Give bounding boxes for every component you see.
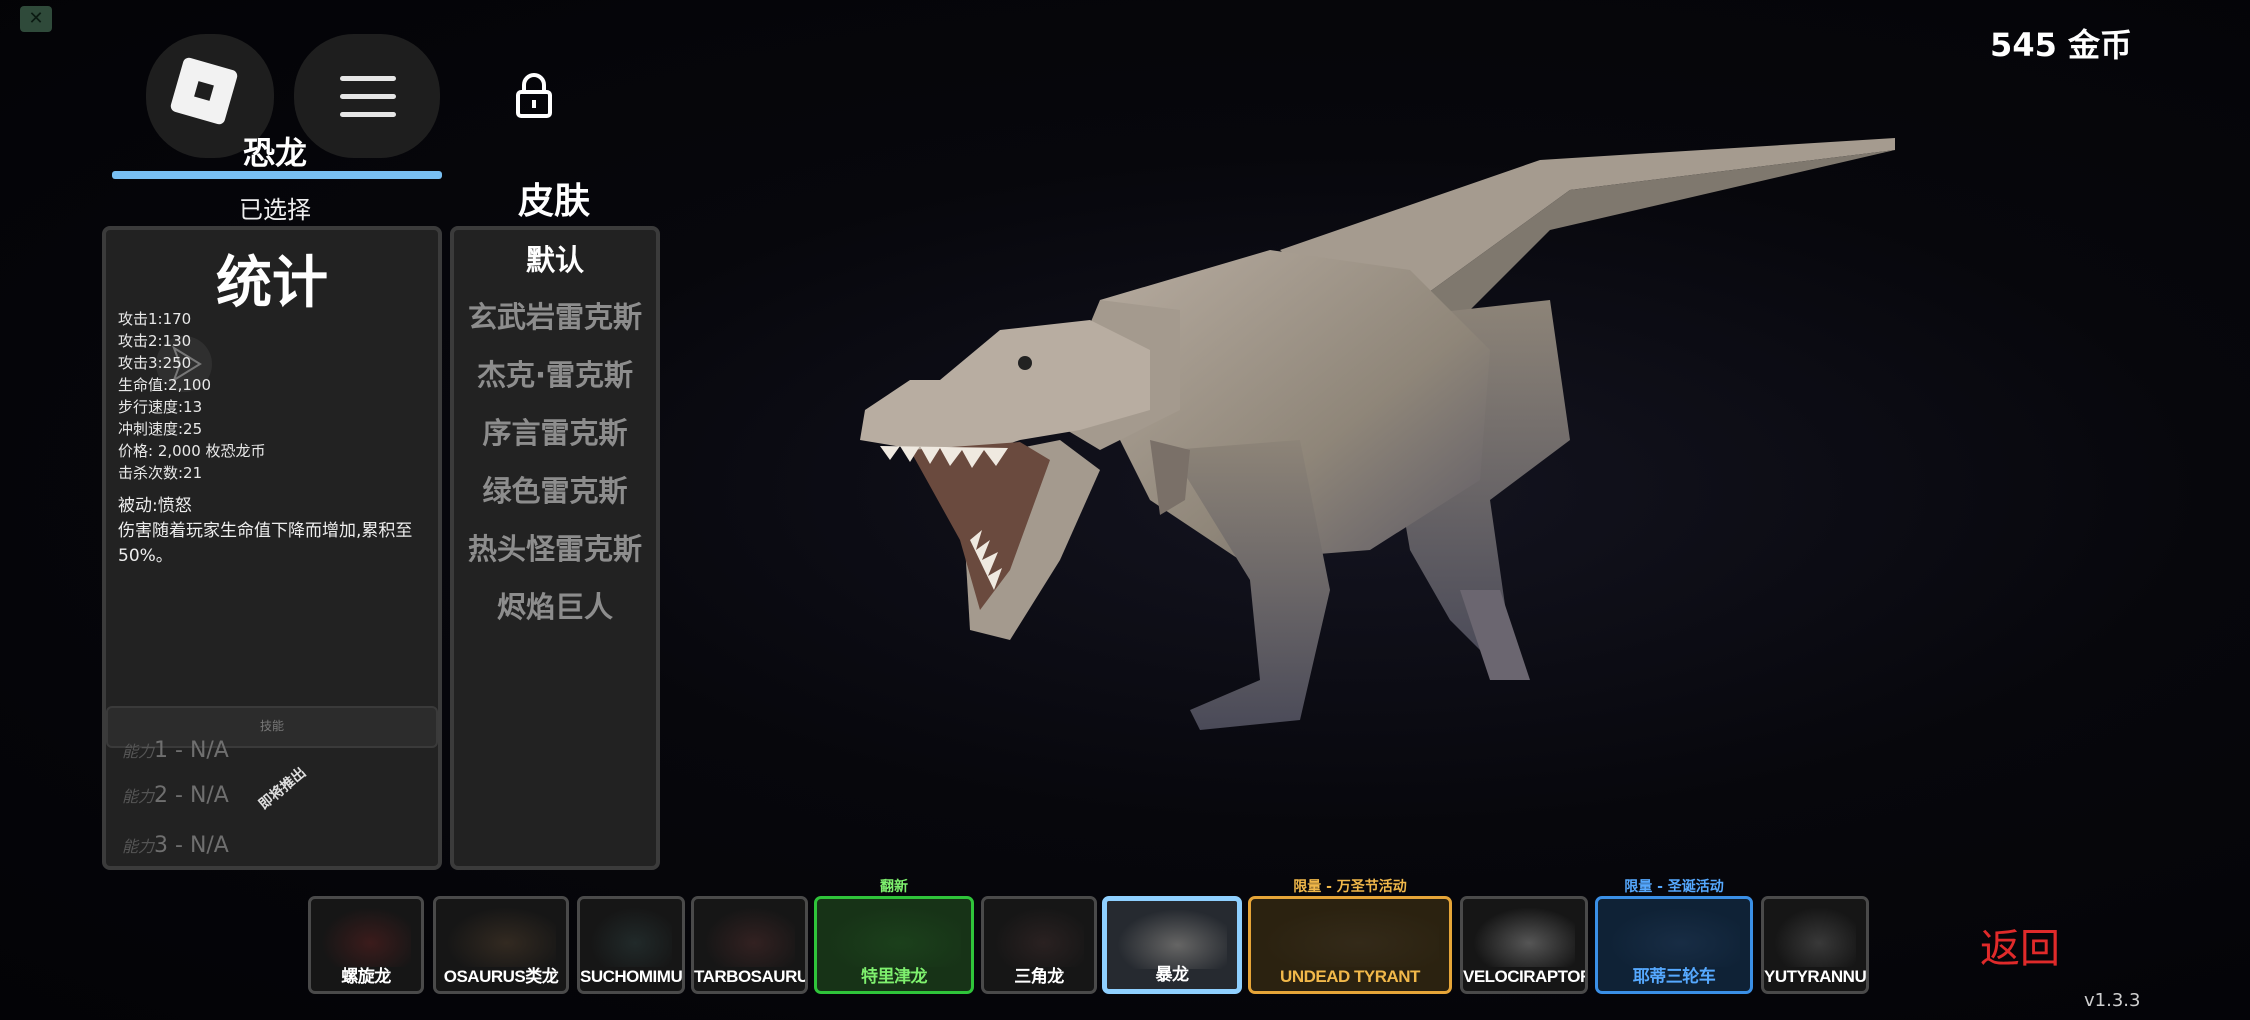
roster-card-name: TARBOSAURUS [694, 967, 808, 986]
roster-card[interactable]: YUTYRANNUS [1761, 896, 1869, 994]
ability-value: 1 - N/A [154, 738, 229, 763]
dinosaur-thumbnail [590, 907, 672, 967]
dinosaur-thumbnail [1774, 907, 1856, 967]
dinosaur-thumbnail [704, 907, 795, 967]
roster-card-name: 螺旋龙 [341, 967, 391, 986]
ability-slot-2: 能力2 - N/A [122, 783, 229, 808]
roster-card[interactable]: TARBOSAURUS [691, 896, 808, 994]
passive-description: 伤害随着玩家生命值下降而增加,累积至50%。 [118, 521, 413, 566]
passive-ability: 被动:愤怒 伤害随着玩家生命值下降而增加,累积至50%。 [118, 494, 428, 569]
lock-icon[interactable] [514, 72, 554, 118]
play-icon[interactable] [154, 334, 214, 394]
stat-sprint-speed: 冲刺速度:25 [118, 420, 203, 438]
skins-panel: 默认 玄武岩雷克斯 杰克·雷克斯 序言雷克斯 绿色雷克斯 热头怪雷克斯 烬焰巨人 [450, 226, 660, 870]
active-tab-indicator [112, 171, 442, 179]
skin-item[interactable]: 绿色雷克斯 [454, 462, 656, 520]
ability-slot-1: 能力1 - N/A [122, 738, 229, 763]
roster-card[interactable]: 特里津龙 [814, 896, 974, 994]
ability-slot-3: 能力3 - N/A [122, 833, 229, 858]
dinosaur-thumbnail [994, 907, 1084, 967]
roster-card-name: 暴龙 [1155, 965, 1190, 984]
stats-title: 统计 [216, 251, 328, 316]
roster-card[interactable]: VELOCIRAPTOR [1460, 896, 1588, 994]
back-button[interactable]: 返回 [1980, 916, 2060, 974]
coming-soon-stamp: 即将推出 [256, 764, 310, 813]
roster-card[interactable]: 三角龙 [981, 896, 1097, 994]
roster-card[interactable]: 耶蒂三轮车 [1595, 896, 1753, 994]
roster-card[interactable]: SUCHOMIMUS [577, 896, 685, 994]
roster-card-tag: 翻新 [880, 879, 908, 895]
menu-icon [340, 76, 396, 81]
stats-panel: 统计 攻击1:170 攻击2:130 攻击3:250 生命值:2,100 步行速… [102, 226, 442, 870]
roster-card-name: 特里津龙 [861, 967, 928, 986]
roster-card-name: YUTYRANNUS [1764, 967, 1869, 986]
ability-prefix: 能力 [122, 787, 155, 806]
roster-card-name: 三角龙 [1014, 967, 1064, 986]
close-icon[interactable]: ✕ [20, 6, 52, 32]
skins-list: 默认 玄武岩雷克斯 杰克·雷克斯 序言雷克斯 绿色雷克斯 热头怪雷克斯 烬焰巨人 [454, 238, 656, 636]
skin-item[interactable]: 杰克·雷克斯 [454, 346, 656, 404]
roster-card[interactable]: OSAURUS类龙 [433, 896, 569, 994]
selected-status-label: 已选择 [239, 196, 311, 224]
roster-card-tag: 限量 - 圣诞活动 [1624, 879, 1724, 895]
skin-item[interactable]: 序言雷克斯 [454, 404, 656, 462]
stat-price: 价格: 2,000 枚恐龙币 [118, 442, 266, 460]
stat-kills: 击杀次数:21 [118, 464, 203, 482]
dinosaur-3d-preview[interactable] [850, 120, 1910, 760]
menu-icon-line [340, 94, 396, 99]
ability-prefix: 能力 [122, 742, 155, 761]
roster-card-name: VELOCIRAPTOR [1463, 967, 1588, 986]
roster-card[interactable]: UNDEAD TYRANT [1248, 896, 1452, 994]
dinosaur-thumbnail [321, 907, 411, 967]
roblox-logo-icon [169, 56, 239, 126]
stat-walk-speed: 步行速度:13 [118, 398, 203, 416]
roster-card-name: UNDEAD TYRANT [1280, 967, 1420, 986]
dinosaur-thumbnail [1608, 907, 1740, 967]
coin-balance: 545 金币 [1990, 26, 2132, 64]
skin-item-default[interactable]: 默认 [454, 238, 656, 288]
dinosaur-thumbnail [446, 907, 556, 967]
roster-card[interactable]: 螺旋龙 [308, 896, 424, 994]
version-label: v1.3.3 [2084, 990, 2141, 1011]
dinosaur-thumbnail [827, 907, 961, 967]
ability-prefix: 能力 [122, 837, 155, 856]
skins-heading: 皮肤 [517, 181, 590, 222]
dinosaur-thumbnail [1261, 907, 1439, 967]
skin-item[interactable]: 玄武岩雷克斯 [454, 288, 656, 346]
ability-value: 2 - N/A [154, 783, 229, 808]
ability-value: 3 - N/A [154, 833, 229, 858]
roster-card[interactable]: 暴龙 [1102, 896, 1242, 994]
roster-card-name: 耶蒂三轮车 [1632, 967, 1716, 986]
passive-title: 被动:愤怒 [118, 496, 192, 516]
roster-card-name: SUCHOMIMUS [580, 967, 685, 986]
roster-card-tag: 限量 - 万圣节活动 [1293, 879, 1407, 895]
dinosaur-thumbnail [1473, 907, 1575, 967]
skin-item[interactable]: 热头怪雷克斯 [454, 520, 656, 578]
tab-dinosaur[interactable]: 恐龙 [110, 128, 440, 174]
stat-attack-1: 攻击1:170 [118, 310, 192, 328]
menu-icon-line [340, 112, 396, 117]
skin-item[interactable]: 烬焰巨人 [454, 578, 656, 636]
roster-card-name: OSAURUS类龙 [443, 967, 559, 986]
